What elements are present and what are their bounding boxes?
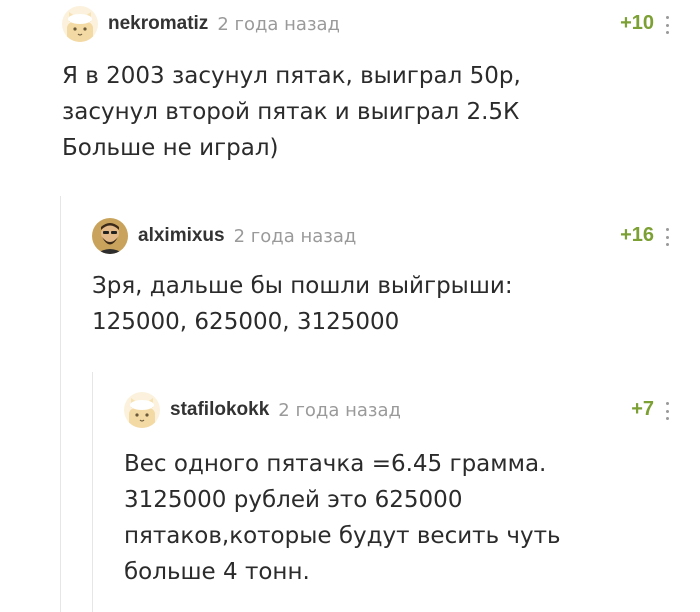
rating: +10 <box>620 12 654 34</box>
thread-line <box>60 196 61 612</box>
comment-text: Вес одного пятачка =6.45 грамма. 3125000… <box>124 451 561 585</box>
comment-header: stafilokokk 2 года назад <box>124 390 401 430</box>
bearded-man-avatar-icon <box>92 218 128 254</box>
comment: alximixus 2 года назад +16 Зря, дальше б… <box>92 216 692 346</box>
comment-text: Зря, дальше бы пошли выйгрыши: 125000, 6… <box>92 273 513 335</box>
username[interactable]: stafilokokk <box>170 399 269 421</box>
comment-header: alximixus 2 года назад <box>92 216 356 256</box>
timestamp[interactable]: 2 года назад <box>278 400 401 421</box>
default-cat-avatar-icon <box>124 392 160 428</box>
comment-text: Я в 2003 засунул пятак, выиграл 50р, зас… <box>62 63 521 161</box>
comment-header: nekromatiz 2 года назад <box>62 4 340 44</box>
more-options-icon[interactable] <box>665 16 669 34</box>
timestamp[interactable]: 2 года назад <box>217 14 340 35</box>
username[interactable]: alximixus <box>138 225 225 247</box>
avatar[interactable] <box>92 218 128 254</box>
thread-line <box>92 372 93 612</box>
rating: +7 <box>631 398 654 420</box>
timestamp[interactable]: 2 года назад <box>234 226 357 247</box>
more-options-icon[interactable] <box>665 402 669 420</box>
default-cat-avatar-icon <box>62 6 98 42</box>
username[interactable]: nekromatiz <box>108 13 208 35</box>
avatar[interactable] <box>62 6 98 42</box>
more-options-icon[interactable] <box>665 228 669 246</box>
comment: nekromatiz 2 года назад +10 Я в 2003 зас… <box>62 4 692 184</box>
comment: stafilokokk 2 года назад +7 Вес одного п… <box>124 390 692 612</box>
avatar[interactable] <box>124 392 160 428</box>
rating: +16 <box>620 224 654 246</box>
